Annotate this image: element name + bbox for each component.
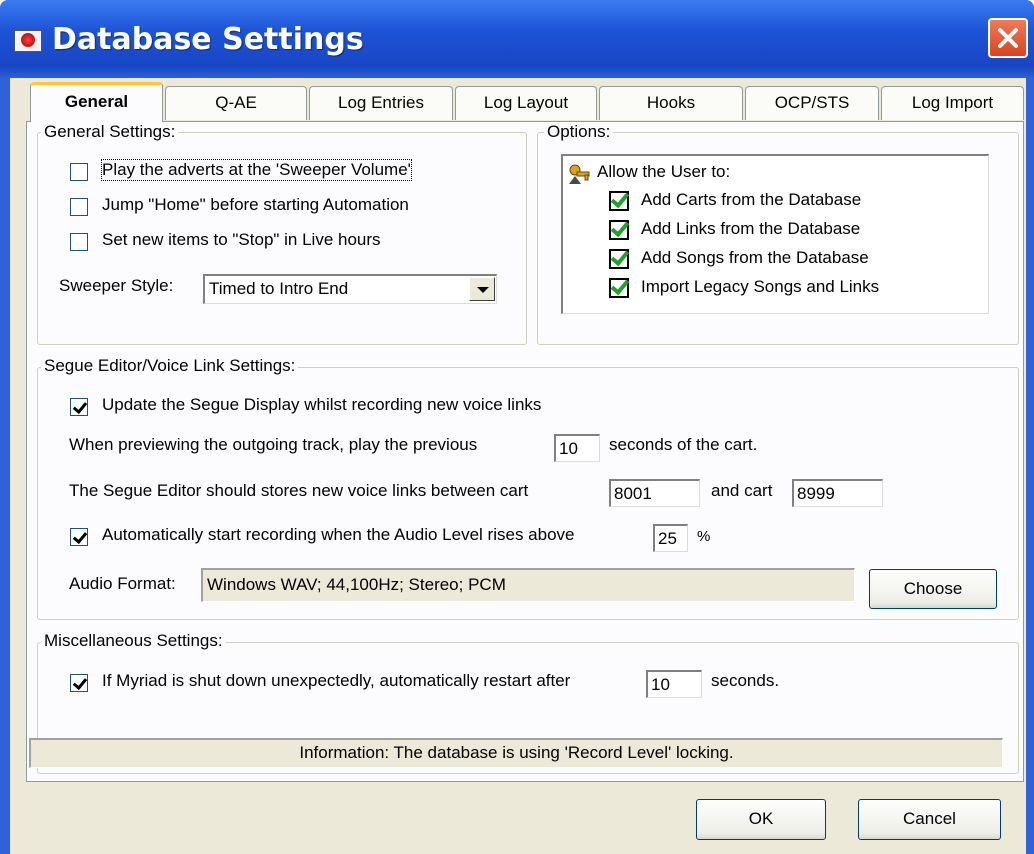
add-songs-label[interactable]: Add Songs from the Database — [641, 248, 869, 268]
and-cart-label: and cart — [711, 481, 773, 500]
import-legacy-label[interactable]: Import Legacy Songs and Links — [641, 277, 879, 297]
add-links-checkbox[interactable] — [609, 220, 629, 240]
options-tree: Allow the User to: Add Carts from the Da… — [561, 154, 989, 314]
cart-to-input[interactable]: 8999 — [792, 479, 883, 507]
dialog-body: General Q-AE Log Entries Log Layout Hook… — [10, 78, 1026, 854]
play-adverts-label[interactable]: Play the adverts at the 'Sweeper Volume' — [101, 159, 412, 181]
options-title: Options: — [544, 122, 614, 142]
cancel-button[interactable]: Cancel — [858, 799, 1001, 840]
auto-record-label[interactable]: Automatically start recording when the A… — [102, 525, 574, 545]
database-settings-window: Database Settings General Q-AE Log Entri… — [0, 0, 1034, 854]
percent-label: % — [697, 528, 711, 545]
add-carts-checkbox[interactable] — [609, 191, 629, 211]
misc-settings-title: Miscellaneous Settings: — [41, 631, 226, 651]
ok-button[interactable]: OK — [696, 799, 826, 840]
window-title: Database Settings — [52, 22, 364, 57]
users-key-icon — [569, 164, 590, 184]
restart-seconds-input[interactable]: 10 — [646, 670, 702, 698]
add-songs-checkbox[interactable] — [609, 249, 629, 269]
update-segue-checkbox[interactable] — [70, 398, 88, 416]
segue-settings-title: Segue Editor/Voice Link Settings: — [41, 356, 299, 376]
preview-seconds-input[interactable]: 10 — [554, 434, 600, 462]
sweeper-style-value: Timed to Intro End — [209, 279, 349, 298]
tab-ocp-sts[interactable]: OCP/STS — [745, 86, 879, 120]
audio-format-label: Audio Format: — [69, 574, 176, 593]
sweeper-style-label: Sweeper Style: — [59, 276, 174, 295]
play-adverts-checkbox[interactable] — [70, 163, 88, 181]
import-legacy-checkbox[interactable] — [609, 278, 629, 298]
add-carts-label[interactable]: Add Carts from the Database — [641, 190, 861, 210]
auto-record-checkbox[interactable] — [70, 528, 88, 546]
set-stop-label[interactable]: Set new items to "Stop" in Live hours — [102, 230, 381, 250]
audio-level-input[interactable]: 25 — [653, 524, 688, 552]
close-button[interactable] — [988, 18, 1028, 58]
auto-restart-checkbox[interactable] — [70, 674, 88, 692]
add-links-label[interactable]: Add Links from the Database — [641, 219, 860, 239]
tab-log-import[interactable]: Log Import — [881, 86, 1024, 120]
general-settings-title: General Settings: — [41, 122, 179, 142]
allow-user-label: Allow the User to: — [597, 162, 731, 181]
jump-home-label[interactable]: Jump "Home" before starting Automation — [102, 195, 409, 215]
preview-suffix: seconds of the cart. — [609, 435, 758, 454]
audio-format-field: Windows WAV; 44,100Hz; Stereo; PCM — [201, 568, 855, 602]
tab-panel-general: General Settings: Play the adverts at th… — [26, 121, 1024, 782]
tab-log-entries[interactable]: Log Entries — [309, 86, 453, 120]
tab-q-ae[interactable]: Q-AE — [165, 86, 307, 120]
title-bar[interactable]: Database Settings — [0, 0, 1034, 78]
store-prefix: The Segue Editor should stores new voice… — [69, 481, 529, 500]
preview-prefix: When previewing the outgoing track, play… — [69, 435, 478, 454]
app-icon — [14, 30, 42, 52]
close-icon — [998, 28, 1018, 48]
status-bar: Information: The database is using 'Reco… — [29, 738, 1003, 768]
chevron-down-icon[interactable] — [469, 277, 495, 301]
tab-log-layout[interactable]: Log Layout — [455, 86, 597, 120]
restart-suffix: seconds. — [711, 671, 780, 690]
cart-from-input[interactable]: 8001 — [609, 479, 700, 507]
choose-button[interactable]: Choose — [869, 569, 997, 609]
sweeper-style-select[interactable]: Timed to Intro End — [203, 274, 497, 304]
tab-hooks[interactable]: Hooks — [599, 86, 743, 120]
jump-home-checkbox[interactable] — [70, 198, 88, 216]
set-stop-checkbox[interactable] — [70, 233, 88, 251]
tab-general[interactable]: General — [30, 82, 163, 122]
auto-restart-label[interactable]: If Myriad is shut down unexpectedly, aut… — [102, 671, 570, 691]
update-segue-label[interactable]: Update the Segue Display whilst recordin… — [102, 395, 541, 415]
